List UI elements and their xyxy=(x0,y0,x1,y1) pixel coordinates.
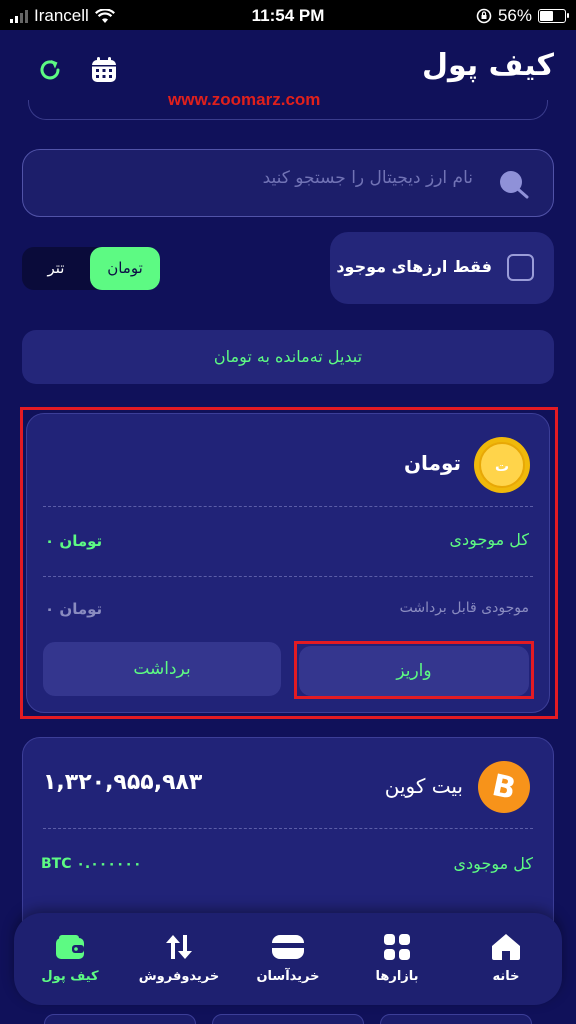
card-icon xyxy=(272,935,304,959)
battery-percent: 56% xyxy=(497,6,532,25)
watermark: www.zoomarz.com xyxy=(168,90,321,109)
battery-icon xyxy=(538,9,569,23)
currency-toggle[interactable]: تتر تومان xyxy=(22,247,160,290)
deposit-highlight-frame xyxy=(294,641,534,699)
wallet-icon xyxy=(56,935,84,959)
nav-markets-label: بازارها xyxy=(375,969,419,984)
search-box[interactable] xyxy=(22,149,554,217)
only-available-checkbox[interactable] xyxy=(507,254,534,281)
calendar-button[interactable] xyxy=(88,54,120,86)
nav-trade[interactable]: خریدوفروش xyxy=(129,931,229,984)
partial-button xyxy=(44,1014,196,1024)
search-input[interactable] xyxy=(143,168,473,188)
nav-home[interactable]: خانه xyxy=(456,931,556,984)
trade-arrows-icon xyxy=(166,935,192,959)
page-title: کیف پول xyxy=(422,48,554,83)
nav-easy-buy[interactable]: خریدآسان xyxy=(238,931,338,984)
btc-total-label: کل موجودی xyxy=(453,854,533,873)
nav-easy-buy-label: خریدآسان xyxy=(256,969,320,984)
search-icon xyxy=(500,171,529,199)
partial-button xyxy=(380,1014,532,1024)
nav-wallet[interactable]: کیف پول xyxy=(20,931,120,984)
only-available-label: فقط ارزهای موجود xyxy=(336,257,492,276)
bitcoin-price: ۱,۳۲۰,۹۵۵,۹۸۳ xyxy=(43,770,203,795)
bitcoin-name: بیت کوین xyxy=(384,774,463,798)
status-bar: Irancell 11:54 PM 56% xyxy=(0,0,576,30)
bottom-navigation: کیف پول خریدوفروش خریدآسان بازارها خانه xyxy=(14,913,562,1005)
nav-wallet-label: کیف پول xyxy=(41,969,99,984)
bitcoin-coin-icon: B xyxy=(478,761,530,813)
refresh-icon xyxy=(40,60,60,80)
partial-button xyxy=(212,1014,364,1024)
calendar-icon xyxy=(92,57,116,82)
grid-icon xyxy=(384,934,410,960)
toggle-tether[interactable]: تتر xyxy=(22,247,90,290)
nav-home-label: خانه xyxy=(492,969,520,984)
btc-total-value: BTC ۰.۰۰۰۰۰۰ xyxy=(41,856,142,872)
only-available-filter[interactable]: فقط ارزهای موجود xyxy=(330,232,554,304)
orientation-lock-icon xyxy=(476,8,492,24)
toggle-toman[interactable]: تومان xyxy=(90,247,160,290)
nav-trade-label: خریدوفروش xyxy=(138,969,220,984)
status-right: 56% xyxy=(476,6,569,26)
convert-dust-button[interactable]: تبدیل ته‌مانده به تومان xyxy=(22,330,554,384)
home-icon xyxy=(492,934,520,960)
divider xyxy=(43,828,533,829)
refresh-button[interactable] xyxy=(34,54,66,86)
nav-markets[interactable]: بازارها xyxy=(347,931,447,984)
